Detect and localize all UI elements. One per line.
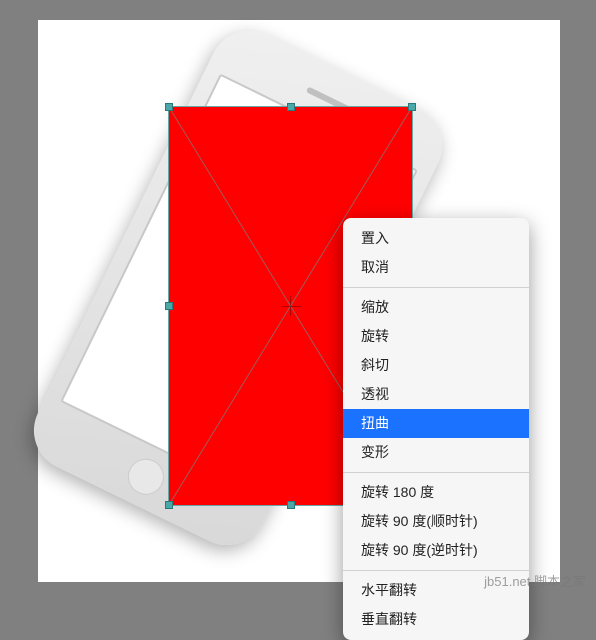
menu-item-perspective[interactable]: 透视 <box>343 380 529 409</box>
menu-separator <box>343 287 529 288</box>
menu-item-rotate[interactable]: 旋转 <box>343 322 529 351</box>
menu-item-flip-vertical[interactable]: 垂直翻转 <box>343 605 529 634</box>
home-button-icon <box>122 453 170 501</box>
menu-item-cancel[interactable]: 取消 <box>343 253 529 282</box>
handle-mid-left[interactable] <box>165 302 173 310</box>
menu-item-rotate-90-cw[interactable]: 旋转 90 度(顺时针) <box>343 507 529 536</box>
menu-item-rotate-180[interactable]: 旋转 180 度 <box>343 478 529 507</box>
menu-item-place[interactable]: 置入 <box>343 224 529 253</box>
menu-item-distort[interactable]: 扭曲 <box>343 409 529 438</box>
menu-item-scale[interactable]: 缩放 <box>343 293 529 322</box>
menu-item-warp[interactable]: 变形 <box>343 438 529 467</box>
handle-bottom-left[interactable] <box>165 501 173 509</box>
handle-top-mid[interactable] <box>287 103 295 111</box>
menu-item-rotate-90-ccw[interactable]: 旋转 90 度(逆时针) <box>343 536 529 565</box>
menu-item-skew[interactable]: 斜切 <box>343 351 529 380</box>
watermark: jb51.net 脚本之家 <box>484 571 586 590</box>
handle-top-left[interactable] <box>165 103 173 111</box>
handle-top-right[interactable] <box>408 103 416 111</box>
handle-bottom-mid[interactable] <box>287 501 295 509</box>
menu-separator <box>343 472 529 473</box>
transform-pivot[interactable] <box>284 299 298 313</box>
